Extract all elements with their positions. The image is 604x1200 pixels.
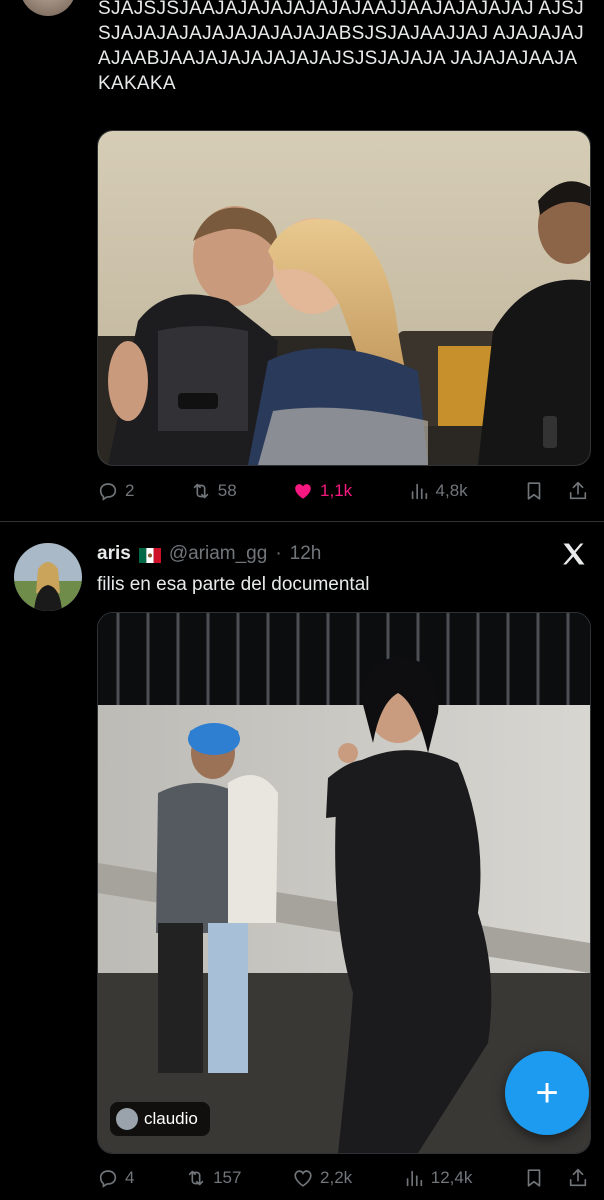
author-handle[interactable]: @ariam_gg (169, 543, 268, 565)
bookmark-icon (527, 1169, 541, 1187)
tweet-header: aris @ariam_gg · 12h (97, 540, 321, 568)
repost-icon (193, 483, 209, 499)
tweet-text: filis en esa parte del documental (97, 574, 370, 595)
compose-button[interactable]: + (505, 1051, 589, 1135)
plus-icon: + (535, 1071, 559, 1115)
views-icon (406, 1170, 422, 1187)
bookmark-button[interactable] (523, 1167, 545, 1189)
share-icon (569, 481, 587, 500)
views-icon (411, 483, 427, 500)
tweet-actions-right (523, 480, 589, 502)
reply-button[interactable]: 2 (97, 480, 134, 502)
tagged-user-label: claudio (144, 1109, 198, 1128)
heart-icon (295, 484, 311, 499)
views-button[interactable]: 4,8k (408, 480, 468, 502)
separator-dot: · (275, 543, 282, 564)
tweet-actions: 2 58 1,1k 4,8k (97, 476, 589, 506)
repost-count: 58 (217, 481, 237, 500)
mexico-flag-icon (138, 547, 161, 563)
reply-button[interactable]: 4 (97, 1167, 134, 1189)
tweet-timestamp[interactable]: 12h (290, 543, 322, 565)
avatar[interactable] (20, 0, 76, 16)
heart-icon (294, 1170, 312, 1187)
x-logo-icon[interactable] (560, 540, 588, 568)
reply-icon (99, 483, 117, 501)
tagged-user-avatar (116, 1108, 138, 1130)
like-count: 2,2k (320, 1168, 353, 1187)
bookmark-icon (527, 482, 541, 500)
tagged-user-badge[interactable]: claudio (110, 1102, 210, 1136)
share-icon (569, 1168, 587, 1187)
author-name[interactable]: aris (97, 543, 131, 565)
reply-count: 4 (125, 1168, 135, 1187)
like-button[interactable]: 1,1k (292, 480, 352, 502)
tweet-text: SJAJSJSJAAJAJAJAJAJAJAJAAJJAAJAJAJAJAJ A… (98, 0, 584, 94)
bookmark-button[interactable] (523, 480, 545, 502)
reply-icon (99, 1170, 117, 1188)
views-count: 4,8k (435, 481, 468, 500)
tweet-actions: 4 157 2,2k 12,4k (97, 1163, 589, 1193)
repost-count: 157 (213, 1168, 242, 1187)
tweet-media-photo[interactable] (97, 130, 591, 466)
timeline: SJAJSJSJAAJAJAJAJAJAJAJAAJJAAJAJAJAJAJ A… (0, 0, 604, 1200)
avatar[interactable] (14, 543, 82, 611)
reply-count: 2 (125, 481, 135, 500)
share-button[interactable] (567, 1167, 589, 1189)
repost-button[interactable]: 157 (185, 1167, 241, 1189)
share-button[interactable] (567, 480, 589, 502)
views-count: 12,4k (430, 1168, 473, 1187)
repost-icon (188, 1170, 204, 1186)
tweet-divider (0, 521, 604, 522)
like-count: 1,1k (320, 481, 353, 500)
tweet-actions-right (523, 1167, 589, 1189)
views-button[interactable]: 12,4k (403, 1167, 473, 1189)
repost-button[interactable]: 58 (190, 480, 237, 502)
like-button[interactable]: 2,2k (292, 1167, 352, 1189)
